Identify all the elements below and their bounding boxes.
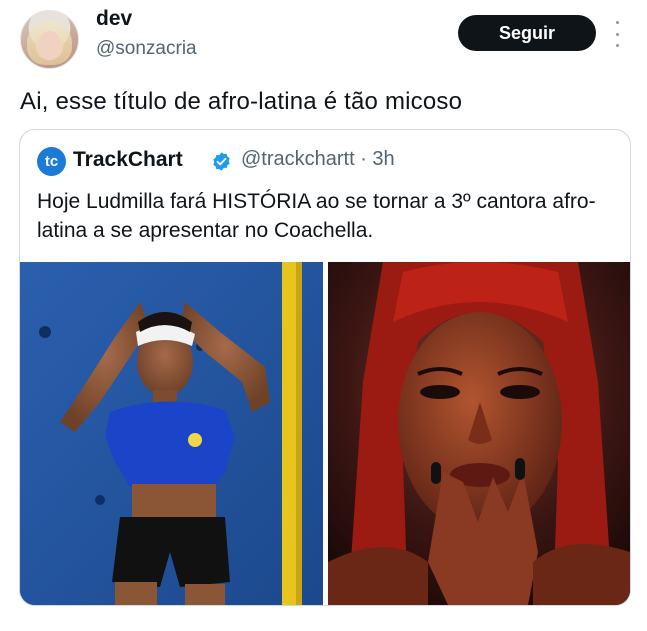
quoted-display-name[interactable]: TrackChart <box>73 148 183 172</box>
quoted-tweet-text: Hoje Ludmilla fará HISTÓRIA ao se tornar… <box>37 190 596 242</box>
quoted-media[interactable] <box>20 262 630 605</box>
avatar-face <box>38 31 61 60</box>
quoted-handle-time[interactable]: @trackchartt · 3h <box>241 148 395 171</box>
media-photo-left[interactable] <box>20 262 323 605</box>
author-handle[interactable]: @sonzacria <box>96 38 197 60</box>
quoted-tweet[interactable]: tc TrackChart @trackchartt · 3h Hoje Lud… <box>19 129 631 606</box>
quoted-avatar-logo[interactable]: tc <box>37 147 66 176</box>
tweet-text: Ai, esse título de afro-latina é tão mic… <box>20 88 463 115</box>
follow-button[interactable]: Seguir <box>458 15 596 51</box>
avatar[interactable] <box>20 10 79 69</box>
author-display-name[interactable]: dev <box>96 7 132 31</box>
more-vertical-icon[interactable] <box>613 21 621 47</box>
verified-badge-icon <box>213 152 230 171</box>
media-photo-right[interactable] <box>328 262 630 605</box>
